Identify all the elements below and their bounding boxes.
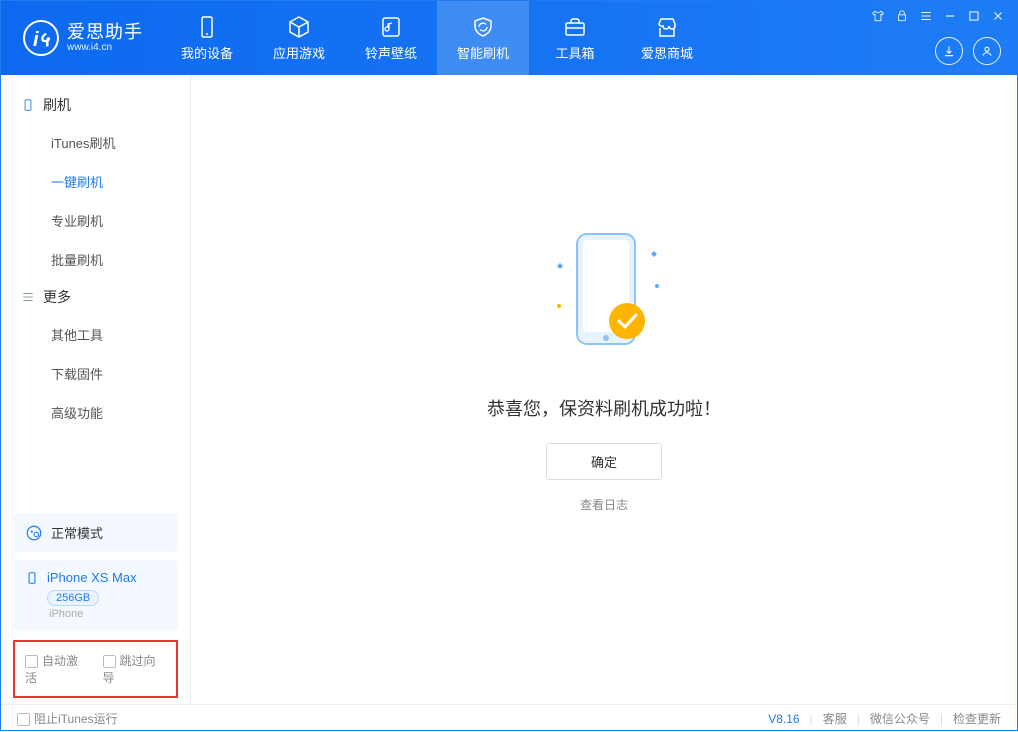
list-icon [21,290,35,304]
app-logo: i५ 爱思助手 www.i4.cn [1,20,161,56]
device-name: iPhone XS Max [47,570,137,585]
sidebar-group-more: 更多 [1,279,190,315]
minimize-icon[interactable] [943,9,957,23]
sidebar: 刷机 iTunes刷机 一键刷机 专业刷机 批量刷机 更多 其他工具 下载固件 … [1,75,191,704]
logo-icon: i५ [23,20,59,56]
checkbox-skip-guide[interactable]: 跳过向导 [103,652,167,686]
window-controls [871,9,1005,23]
sidebar-item-advanced[interactable]: 高级功能 [1,393,190,432]
success-message: 恭喜您，保资料刷机成功啦！ [487,395,721,421]
tab-toolbox[interactable]: 工具箱 [529,1,621,75]
mode-box[interactable]: 正常模式 [13,513,178,552]
wallpaper-icon [379,15,403,39]
maximize-icon[interactable] [967,9,981,23]
tab-label: 智能刷机 [457,43,509,62]
footer-service-link[interactable]: 客服 [823,710,847,727]
nav-tabs: 我的设备 应用游戏 铃声壁纸 智能刷机 工具箱 爱思商城 [161,1,713,75]
close-icon[interactable] [991,9,1005,23]
device-box[interactable]: iPhone XS Max 256GB iPhone [13,560,178,630]
tab-store[interactable]: 爱思商城 [621,1,713,75]
main-content: 恭喜您，保资料刷机成功啦！ 确定 查看日志 [191,75,1017,704]
brand-name: 爱思助手 [67,23,143,43]
menu-icon[interactable] [919,9,933,23]
sidebar-item-itunes[interactable]: iTunes刷机 [1,123,190,162]
footer: 阻止iTunes运行 V8.16 | 客服 | 微信公众号 | 检查更新 [1,704,1017,732]
shirt-icon[interactable] [871,9,885,23]
device-type: iPhone [49,608,166,620]
device-icon [195,15,219,39]
lock-icon[interactable] [895,9,909,23]
checkbox-auto-activate[interactable]: 自动激活 [25,652,89,686]
tab-label: 铃声壁纸 [365,43,417,62]
store-icon [655,15,679,39]
ok-button[interactable]: 确定 [546,443,662,480]
tab-label: 爱思商城 [641,43,693,62]
tab-flash[interactable]: 智能刷机 [437,1,529,75]
refresh-shield-icon [471,15,495,39]
version-text: V8.16 [768,712,799,726]
cube-icon [287,15,311,39]
tab-my-device[interactable]: 我的设备 [161,1,253,75]
sidebar-item-other[interactable]: 其他工具 [1,315,190,354]
group-label: 更多 [43,287,71,307]
view-log-link[interactable]: 查看日志 [580,496,628,513]
download-button[interactable] [935,37,963,65]
sidebar-item-batch[interactable]: 批量刷机 [1,240,190,279]
checkbox-block-itunes[interactable]: 阻止iTunes运行 [17,710,118,727]
group-label: 刷机 [43,95,71,115]
app-header: i५ 爱思助手 www.i4.cn 我的设备 应用游戏 铃声壁纸 智能刷机 工具… [1,1,1017,75]
brand-url: www.i4.cn [67,42,143,53]
status-icon [25,524,43,542]
tab-label: 应用游戏 [273,43,325,62]
user-button[interactable] [973,37,1001,65]
toolbox-icon [563,15,587,39]
mode-label: 正常模式 [51,523,103,542]
tab-label: 我的设备 [181,43,233,62]
sidebar-item-download-fw[interactable]: 下载固件 [1,354,190,393]
phone-small-icon [25,571,39,585]
tab-ringtone[interactable]: 铃声壁纸 [345,1,437,75]
tab-apps[interactable]: 应用游戏 [253,1,345,75]
checkbox-icon [25,655,38,668]
tab-label: 工具箱 [555,43,594,62]
footer-wechat-link[interactable]: 微信公众号 [870,710,930,727]
checkbox-icon [17,713,30,726]
phone-icon [21,98,35,112]
checkbox-icon [103,655,116,668]
sidebar-item-pro[interactable]: 专业刷机 [1,201,190,240]
options-highlight-box: 自动激活 跳过向导 [13,640,178,698]
success-illustration [529,226,679,371]
sidebar-item-onekey[interactable]: 一键刷机 [1,162,190,201]
footer-update-link[interactable]: 检查更新 [953,710,1001,727]
sidebar-group-flash: 刷机 [1,87,190,123]
device-capacity: 256GB [47,590,99,606]
